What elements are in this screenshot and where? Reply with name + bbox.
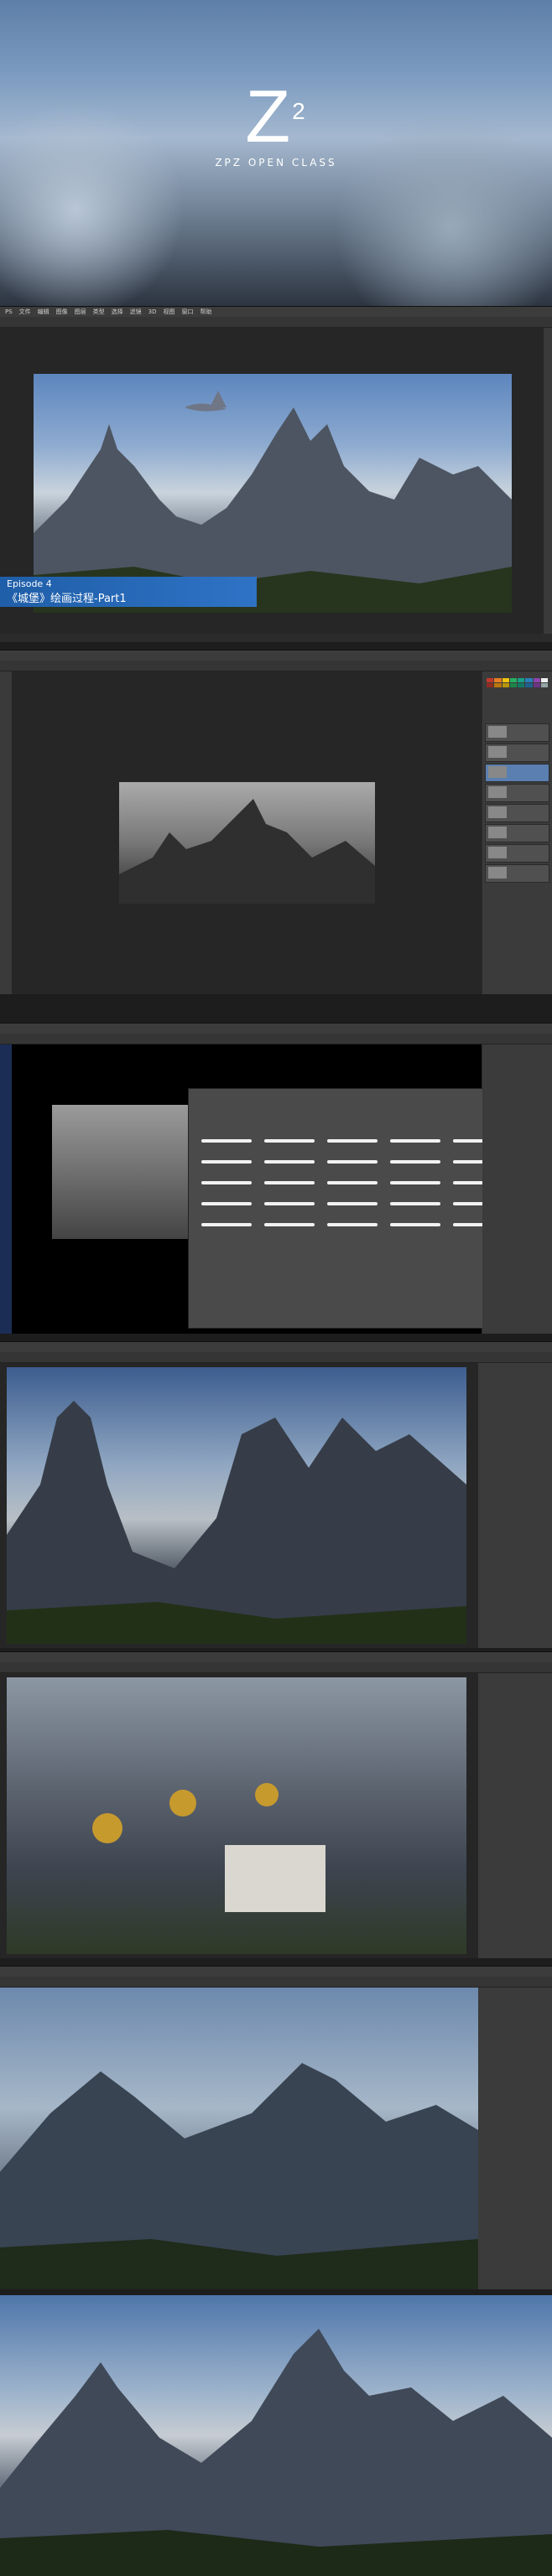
hero-banner: Z2 ZPZ OPEN CLASS [0, 0, 552, 306]
options-bar[interactable] [0, 1662, 552, 1673]
brush-stroke[interactable] [201, 1139, 252, 1143]
menu-bar[interactable] [0, 1342, 552, 1352]
menu-item[interactable]: 3D [148, 308, 157, 315]
brush-stroke[interactable] [390, 1139, 440, 1143]
brush-stroke[interactable] [264, 1160, 315, 1164]
menu-bar[interactable] [0, 1652, 552, 1662]
brush-stroke[interactable] [327, 1181, 378, 1184]
options-bar[interactable] [0, 1352, 552, 1363]
layers-panel[interactable] [482, 671, 552, 994]
castle-painting [7, 1367, 466, 1644]
episode-label: Episode 4 [7, 578, 52, 589]
layers-panel[interactable] [478, 1988, 552, 2289]
brush-stroke[interactable] [390, 1181, 440, 1184]
logo-sup: 2 [292, 98, 307, 124]
logo-subtitle: ZPZ OPEN CLASS [215, 157, 337, 168]
layer-row[interactable] [485, 744, 549, 762]
menu-bar[interactable]: PS 文件 编辑 图像 图层 类型 选择 滤镜 3D 视图 窗口 帮助 [0, 307, 552, 317]
brush-stroke[interactable] [264, 1223, 315, 1226]
landscape-silhouette [0, 2063, 478, 2289]
canvas-area[interactable] [0, 1673, 478, 1958]
menu-item[interactable]: 编辑 [38, 308, 49, 315]
menu-item[interactable]: 视图 [164, 308, 175, 315]
menu-item[interactable]: 类型 [93, 308, 105, 315]
ps-screen-2 [0, 650, 552, 994]
canvas-area[interactable] [12, 1044, 552, 1334]
options-bar[interactable] [0, 1977, 552, 1988]
ps-screen-3 [0, 1023, 552, 1334]
options-bar[interactable] [0, 1034, 552, 1044]
desktop-icons[interactable] [0, 1044, 12, 1334]
layer-row[interactable] [485, 844, 549, 863]
brush-stroke[interactable] [327, 1160, 378, 1164]
brush-stroke[interactable] [264, 1139, 315, 1143]
menu-item[interactable]: 图层 [75, 308, 86, 315]
final-painting [0, 2295, 552, 2576]
castle-detail [7, 1401, 466, 1644]
brush-stroke[interactable] [390, 1160, 440, 1164]
menu-bar[interactable] [0, 1967, 552, 1977]
sketch-silhouette [119, 799, 375, 904]
final-silhouette [0, 2329, 552, 2576]
zpz-logo-icon: Z2 ZPZ OPEN CLASS [0, 80, 552, 169]
canvas-area[interactable] [0, 1363, 478, 1648]
brush-stroke[interactable] [201, 1223, 252, 1226]
ps-screen-4 [0, 1341, 552, 1648]
layer-row[interactable] [485, 723, 549, 742]
menu-bar[interactable] [0, 650, 552, 661]
menu-item[interactable]: 文件 [19, 308, 31, 315]
options-bar[interactable] [0, 317, 552, 328]
episode-banner: Episode 4 《城堡》绘画过程-Part1 [0, 577, 257, 607]
layers-panel[interactable] [478, 1363, 552, 1648]
brush-stroke[interactable] [201, 1202, 252, 1205]
brush-stroke[interactable] [327, 1202, 378, 1205]
episode-title: 《城堡》绘画过程-Part1 [7, 593, 127, 605]
menu-item[interactable]: 图像 [56, 308, 68, 315]
gray-sketch [119, 782, 375, 904]
brush-stroke[interactable] [264, 1181, 315, 1184]
menu-item[interactable]: 帮助 [200, 308, 212, 315]
color-panel[interactable] [482, 1044, 552, 1334]
options-bar[interactable] [0, 661, 552, 671]
ps-screen-6 [0, 1966, 552, 2289]
layer-row[interactable] [485, 804, 549, 822]
layer-row[interactable] [485, 824, 549, 842]
scrollbar[interactable] [544, 328, 552, 634]
swatches[interactable] [487, 678, 548, 687]
layer-row[interactable] [485, 864, 549, 883]
ps-screen-1: PS 文件 编辑 图像 图层 类型 选择 滤镜 3D 视图 窗口 帮助 Episode 4 《城堡》绘… [0, 306, 552, 642]
layer-row[interactable] [485, 764, 549, 782]
gray-sketch-zoom [52, 1105, 203, 1239]
castle-painting [7, 1677, 466, 1954]
brush-stroke[interactable] [390, 1223, 440, 1226]
layer-list[interactable] [482, 722, 552, 884]
castle-detail [92, 1783, 325, 1912]
canvas-area[interactable] [0, 1988, 478, 2289]
layer-row[interactable] [485, 784, 549, 802]
logo-letter: Z [245, 75, 293, 158]
brush-stroke[interactable] [327, 1223, 378, 1226]
brush-stroke[interactable] [201, 1160, 252, 1164]
castle-painting [0, 1988, 478, 2289]
menu-item[interactable]: 选择 [112, 308, 123, 315]
menu-item[interactable]: 窗口 [182, 308, 194, 315]
brush-stroke[interactable] [201, 1181, 252, 1184]
brush-stroke[interactable] [327, 1139, 378, 1143]
ps-screen-5 [0, 1651, 552, 1958]
menu-item[interactable]: PS [5, 308, 13, 315]
brush-stroke[interactable] [390, 1202, 440, 1205]
menu-item[interactable]: 滤镜 [130, 308, 142, 315]
brush-stroke[interactable] [264, 1202, 315, 1205]
tool-icon[interactable] [0, 671, 12, 994]
menu-bar[interactable] [0, 1024, 552, 1034]
canvas-area[interactable] [12, 671, 482, 994]
layers-panel[interactable] [478, 1673, 552, 1958]
